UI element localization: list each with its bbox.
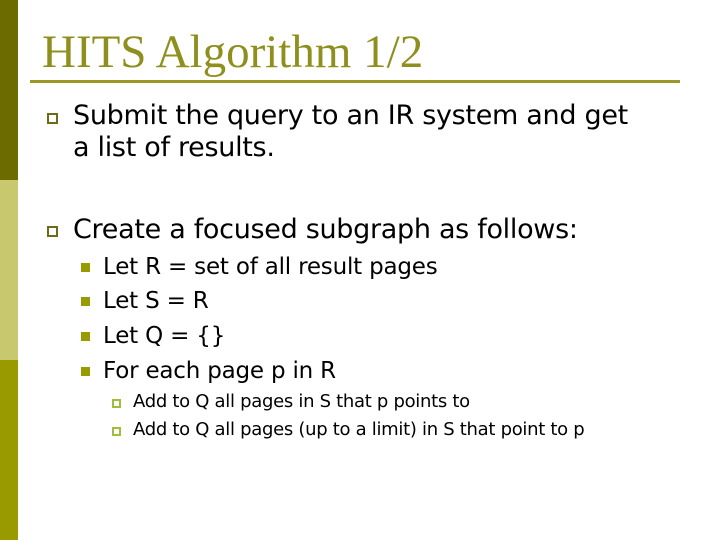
- sub-sub-bullet-add-inlinks: Add to Q all pages (up to a limit) in S …: [133, 419, 585, 440]
- sub-bullet-let-s: Let S = R: [103, 288, 209, 314]
- filled-square-bullet-icon: [81, 367, 90, 376]
- filled-square-bullet-icon: [81, 297, 90, 306]
- sidebar-segment-middle: [0, 180, 18, 360]
- sub-bullet-let-q: Let Q = {}: [103, 323, 226, 349]
- sub-bullet-for-each-page: For each page p in R: [103, 358, 336, 384]
- sub-sub-bullet-add-outlinks: Add to Q all pages in S that p points to: [133, 391, 470, 412]
- slide-title: HITS Algorithm 1/2: [42, 26, 424, 78]
- bullet-submit-query-line-2: a list of results.: [73, 132, 275, 163]
- hollow-square-bullet-icon: [47, 113, 58, 124]
- filled-square-bullet-icon: [81, 332, 90, 341]
- filled-square-bullet-icon: [81, 263, 90, 272]
- sidebar-accent-bar: [0, 0, 18, 540]
- sidebar-segment-top: [0, 0, 18, 180]
- bullet-submit-query-line-1: Submit the query to an IR system and get: [73, 100, 628, 131]
- bullet-create-subgraph: Create a focused subgraph as follows:: [73, 214, 578, 245]
- sub-bullet-let-r: Let R = set of all result pages: [103, 254, 438, 280]
- sidebar-segment-bottom: [0, 360, 18, 540]
- title-underline: [30, 80, 680, 83]
- small-hollow-square-bullet-icon: [112, 399, 121, 408]
- hollow-square-bullet-icon: [47, 226, 58, 237]
- small-hollow-square-bullet-icon: [112, 427, 121, 436]
